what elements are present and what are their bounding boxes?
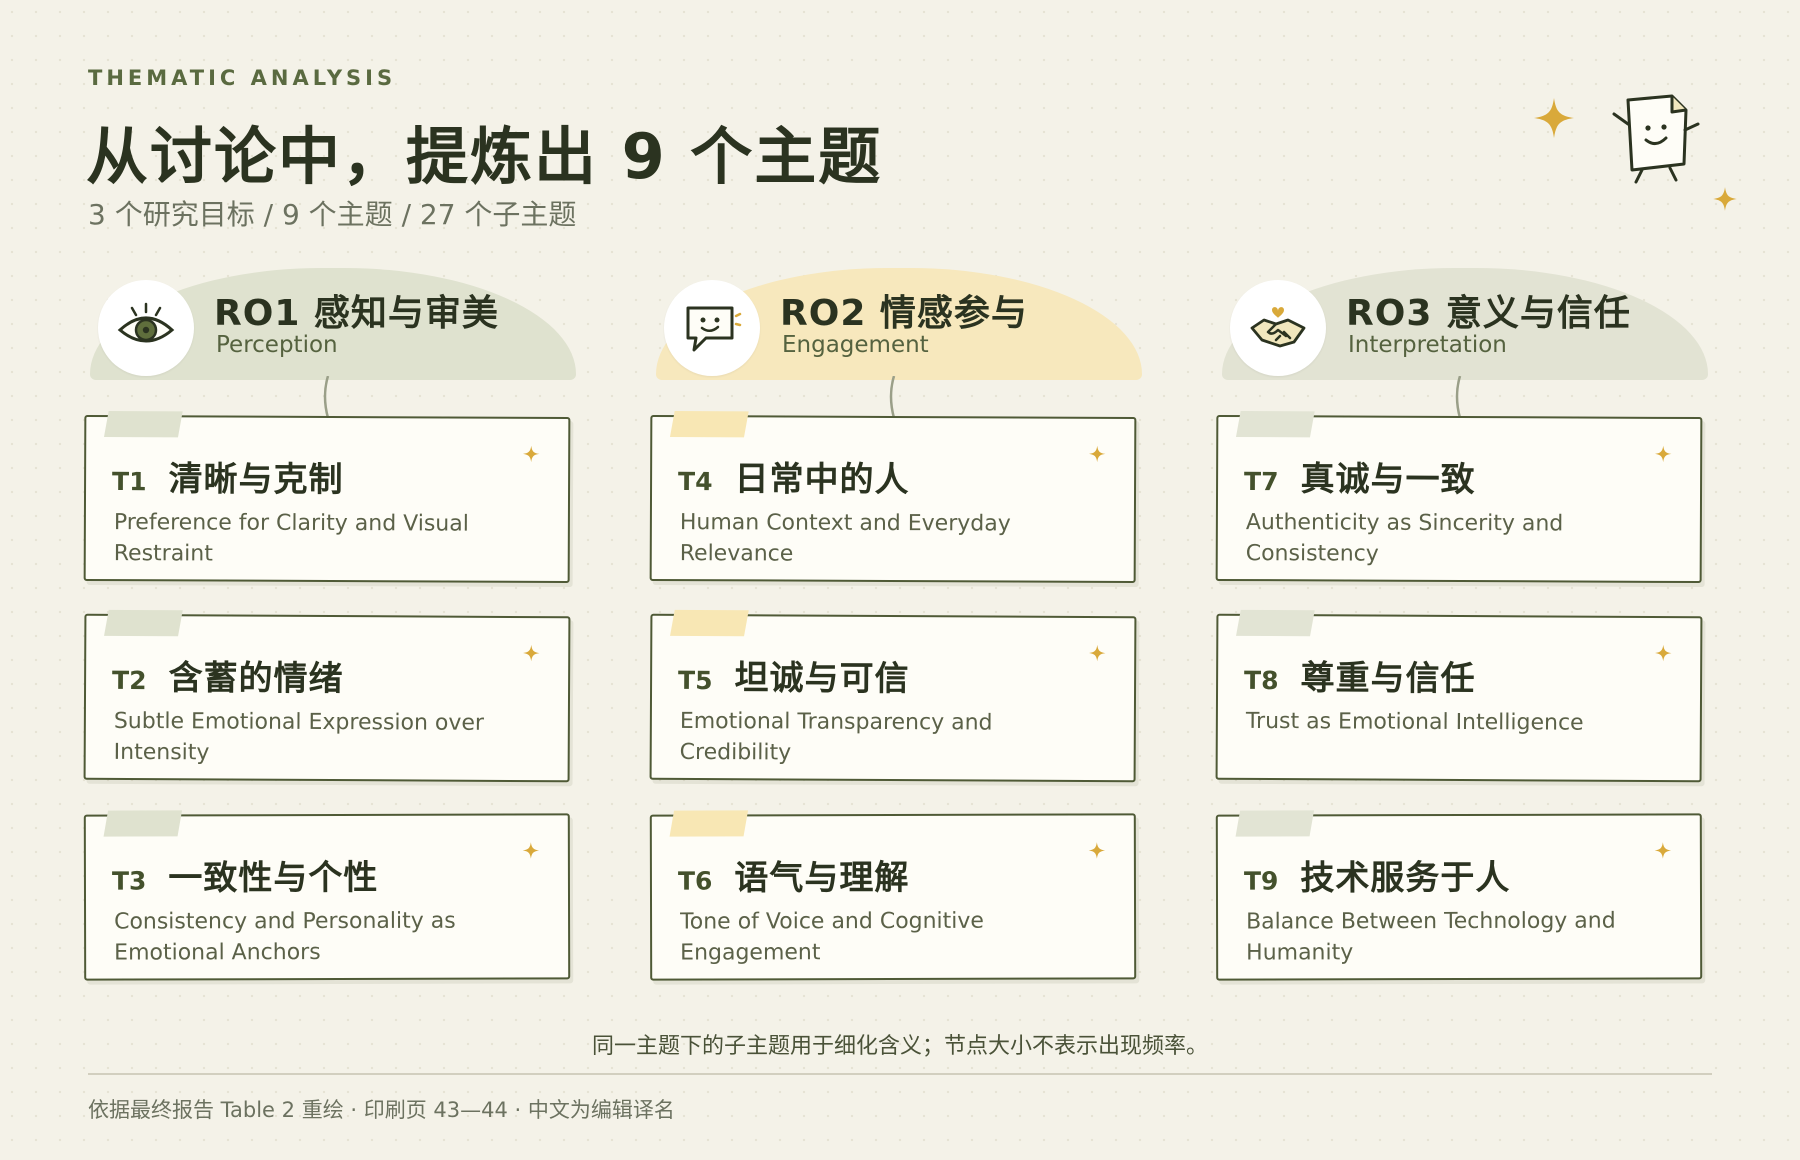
theme-code: T1 xyxy=(112,467,147,497)
tape-strip xyxy=(103,810,183,837)
theme-code: T2 xyxy=(112,665,147,696)
theme-description: Authenticity as Sincerity and Consistenc… xyxy=(1245,510,1564,567)
theme-code: T7 xyxy=(1244,467,1279,497)
sparkle-icon xyxy=(522,842,540,859)
header-connector xyxy=(323,376,330,419)
objective-subtitle: Perception xyxy=(216,332,338,358)
theme-code: T5 xyxy=(678,665,713,696)
page-title: 从讨论中，提炼出 9 个主题 xyxy=(86,120,883,193)
objective-column-ro2: RO2 情感参与 Engagement T4 日常中的人 Human Contex… xyxy=(649,268,1150,998)
objective-title: RO1 感知与审美 xyxy=(214,293,499,334)
theme-card-t7[interactable]: T7 真诚与一致 Authenticity as Sincerity and Co… xyxy=(1215,411,1703,584)
theme-title: 技术服务于人 xyxy=(1300,857,1511,899)
theme-card-t2[interactable]: T2 含蓄的情绪 Subtle Emotional Expression over… xyxy=(83,609,571,783)
sparkle-icon xyxy=(1088,842,1106,859)
sparkle-icon xyxy=(523,644,540,662)
footer-divider xyxy=(88,1073,1712,1075)
theme-card-t6[interactable]: T6 语气与理解 Tone of Voice and Cognitive Enga… xyxy=(649,810,1137,981)
theme-title: 尊重与信任 xyxy=(1300,658,1476,700)
sparkle-icon xyxy=(1655,445,1672,463)
tape-strip xyxy=(104,609,183,637)
tape-strip xyxy=(669,411,749,438)
theme-title: 日常中的人 xyxy=(734,459,910,501)
objective-title: RO2 情感参与 xyxy=(780,293,1028,334)
legend-note: 同一主题下的子主题用于细化含义；节点大小不表示出现频率。 xyxy=(591,1034,1208,1059)
tape-strip xyxy=(1235,810,1315,837)
tape-strip xyxy=(669,810,749,837)
theme-title: 真诚与一致 xyxy=(1300,459,1476,501)
theme-description: Balance Between Technology and Humanity xyxy=(1246,908,1616,966)
sparkle-icon xyxy=(523,445,540,463)
theme-description: Emotional Transparency and Credibility xyxy=(679,708,993,766)
objective-column-ro1: RO1 感知与审美 Perception T1 清晰与克制 Preference … xyxy=(83,268,584,998)
objective-header: RO3 意义与信任 Interpretation xyxy=(1222,268,1708,380)
theme-description: Trust as Emotional Intelligence xyxy=(1245,708,1584,736)
objective-header: RO1 感知与审美 Perception xyxy=(90,268,576,380)
theme-card-t3[interactable]: T3 一致性与个性 Consistency and Personality as … xyxy=(83,810,571,981)
theme-description: Subtle Emotional Expression over Intensi… xyxy=(113,708,485,766)
handshake-icon xyxy=(1250,307,1306,348)
source-footer: 依据最终报告 Table 2 重绘 · 印刷页 43—44 · 中文为编辑译名 xyxy=(88,1098,675,1122)
sparkle-icon xyxy=(1534,98,1574,138)
theme-card-t9[interactable]: T9 技术服务于人 Balance Between Technology and … xyxy=(1215,810,1703,981)
sparkle-icon xyxy=(1654,842,1672,859)
header-connector xyxy=(889,376,896,419)
theme-card-t1[interactable]: T1 清晰与克制 Preference for Clarity and Visua… xyxy=(83,411,571,584)
theme-title: 一致性与个性 xyxy=(168,857,379,899)
eye-icon xyxy=(117,302,175,343)
theme-title: 含蓄的情绪 xyxy=(168,658,344,700)
tape-strip xyxy=(1236,609,1315,637)
sparkle-small-icon xyxy=(1713,187,1737,211)
objective-subtitle: Interpretation xyxy=(1348,332,1507,358)
theme-code: T4 xyxy=(678,467,713,497)
theme-description: Human Context and Everyday Relevance xyxy=(679,510,1011,567)
sparkle-icon xyxy=(1089,445,1106,463)
theme-code: T6 xyxy=(677,866,713,896)
objective-subtitle: Engagement xyxy=(782,332,929,358)
sparkle-icon xyxy=(1655,644,1672,662)
sparkle-icon xyxy=(1089,644,1106,662)
theme-card-t8[interactable]: T8 尊重与信任 Trust as Emotional Intelligence xyxy=(1215,609,1703,783)
theme-card-t4[interactable]: T4 日常中的人 Human Context and Everyday Relev… xyxy=(649,411,1137,584)
theme-card-t5[interactable]: T5 坦诚与可信 Emotional Transparency and Credi… xyxy=(649,609,1137,783)
objective-icon-badge xyxy=(1230,280,1326,376)
theme-title: 坦诚与可信 xyxy=(734,658,910,700)
theme-description: Preference for Clarity and Visual Restra… xyxy=(113,510,469,567)
page-subtitle: 3 个研究目标 / 9 个主题 / 27 个子主题 xyxy=(88,198,577,231)
theme-code: T8 xyxy=(1244,665,1279,696)
theme-code: T3 xyxy=(111,866,147,896)
tape-strip xyxy=(670,609,749,637)
theme-title: 清晰与克制 xyxy=(168,459,344,501)
tape-strip xyxy=(103,411,183,438)
objective-header: RO2 情感参与 Engagement xyxy=(656,268,1142,380)
objective-column-ro3: RO3 意义与信任 Interpretation T7 真诚与一致 Authent… xyxy=(1215,268,1716,998)
objective-title: RO3 意义与信任 xyxy=(1346,293,1631,334)
tape-strip xyxy=(1235,411,1315,438)
objective-icon-badge xyxy=(98,280,194,376)
paper-mascot-icon xyxy=(1612,94,1700,184)
eyebrow-label: THEMATIC ANALYSIS xyxy=(88,66,397,90)
theme-description: Tone of Voice and Cognitive Engagement xyxy=(680,908,984,966)
objective-icon-badge xyxy=(664,280,760,376)
theme-code: T9 xyxy=(1243,866,1279,896)
theme-title: 语气与理解 xyxy=(734,857,910,899)
theme-description: Consistency and Personality as Emotional… xyxy=(114,908,456,966)
header-connector xyxy=(1455,376,1462,419)
chat-bubble-icon xyxy=(686,306,742,352)
